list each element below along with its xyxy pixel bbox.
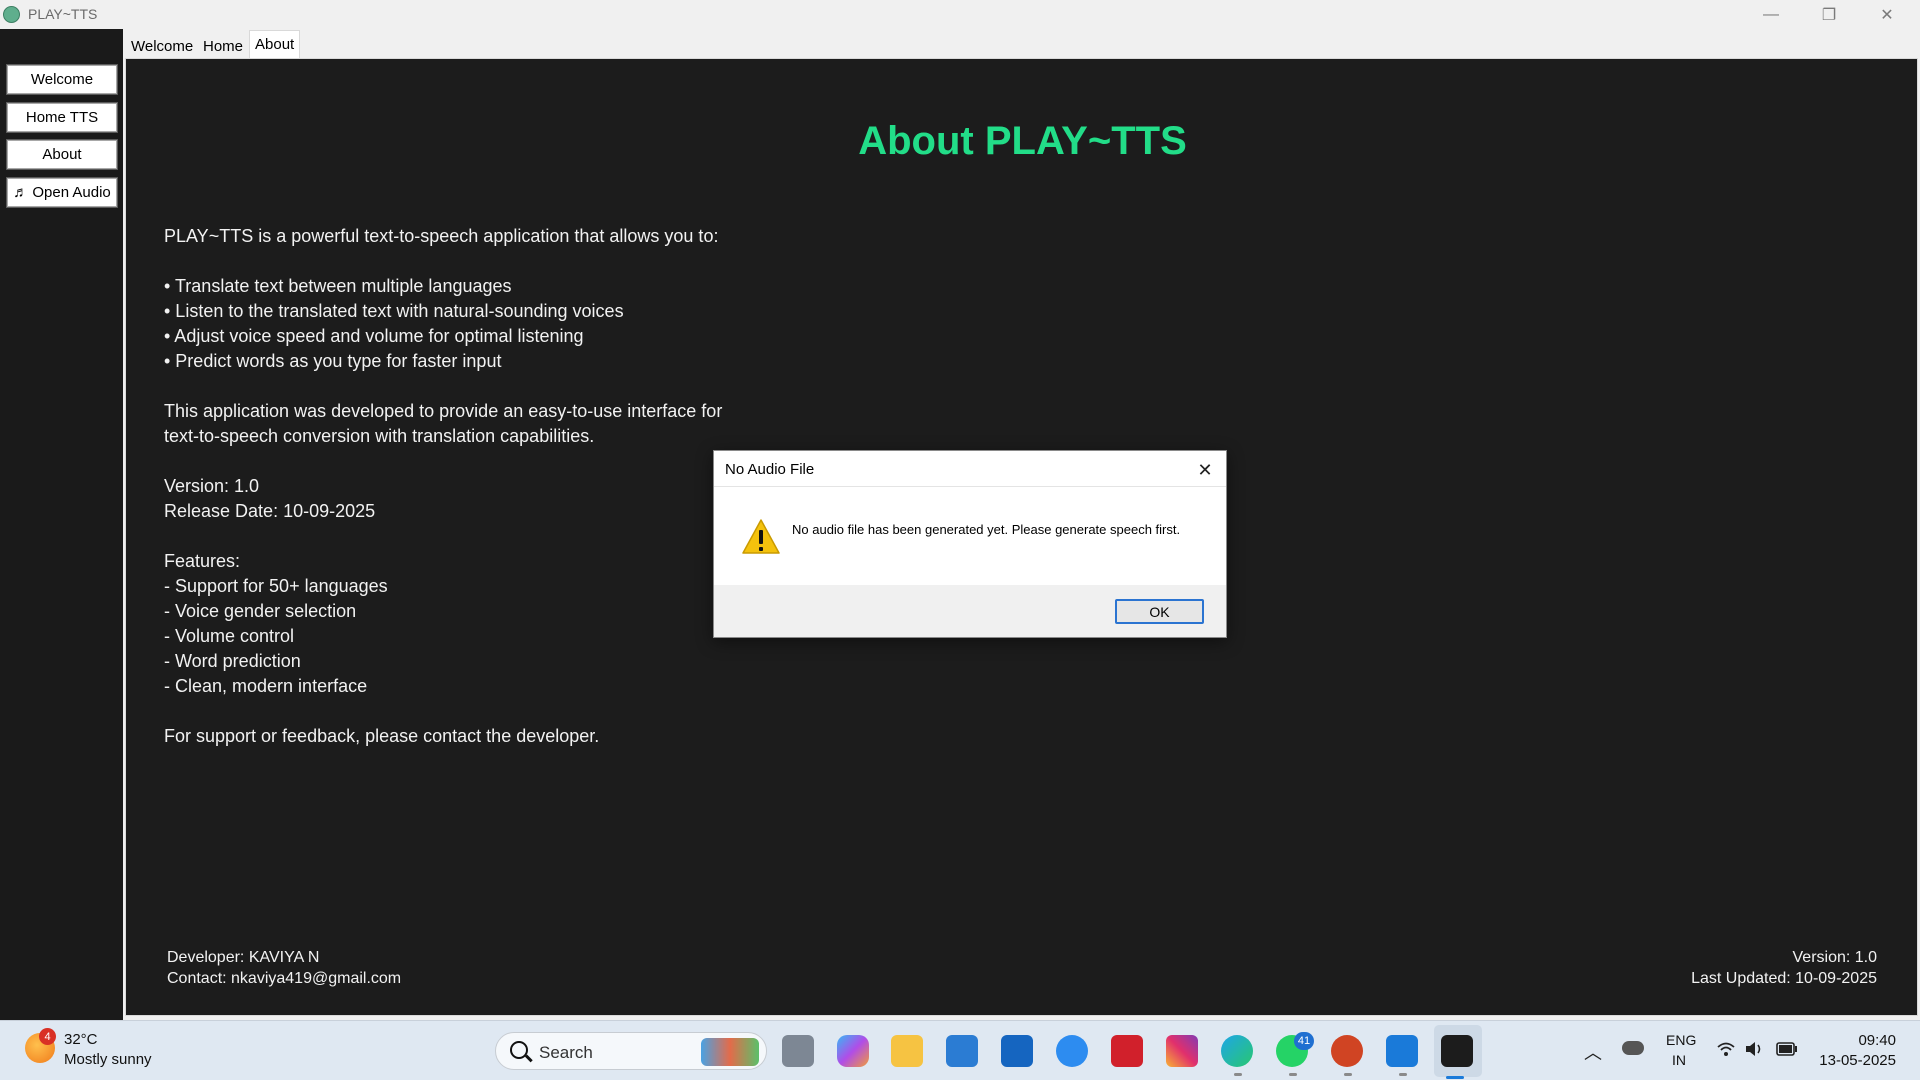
tab-about[interactable]: About [249,30,301,58]
search-highlight-icon [701,1038,759,1066]
clock-date[interactable]: 13-05-2025 [1819,1052,1896,1069]
file-explorer-icon[interactable] [891,1035,923,1067]
last-updated-label: Last Updated: 10-09-2025 [1691,970,1877,987]
running-indicator [1344,1073,1352,1076]
close-window-button[interactable]: ✕ [1858,0,1916,29]
weather-temperature[interactable]: 32°C [64,1031,98,1048]
taskbar-search-box[interactable]: Search [495,1032,767,1070]
windows-start-icon[interactable] [445,1036,475,1066]
running-indicator [1289,1073,1297,1076]
weather-badge: 4 [39,1028,56,1045]
clock-time[interactable]: 09:40 [1858,1032,1896,1049]
microsoft-store-icon[interactable] [946,1035,978,1067]
tab-welcome[interactable]: Welcome [128,34,196,58]
developer-name: Developer: KAVIYA N [167,949,320,966]
instagram-icon[interactable] [1166,1035,1198,1067]
volume-icon[interactable] [1745,1041,1765,1057]
developer-info: Developer: KAVIYA N Contact: nkaviya419@… [167,947,401,989]
task-view-icon[interactable] [782,1035,814,1067]
powerpoint-icon[interactable] [1331,1035,1363,1067]
maximize-button[interactable]: ❐ [1800,0,1858,29]
window-titlebar: PLAY~TTS — ❐ ✕ [0,0,1920,29]
edge-icon[interactable] [1221,1035,1253,1067]
dialog-footer: OK [714,585,1226,637]
dialog-close-button[interactable]: ✕ [1192,457,1218,483]
tab-strip: Welcome Home About [125,29,1920,58]
taskbar: 4 32°C Mostly sunny Search 41 ︿ ENG IN 0… [0,1020,1920,1080]
search-label: Search [539,1043,593,1062]
minimize-button[interactable]: — [1742,0,1800,29]
running-indicator [1234,1073,1242,1076]
sidebar-home-tts-button[interactable]: Home TTS [6,102,118,133]
battery-icon[interactable] [1776,1042,1798,1056]
app-icon [3,6,20,23]
window-title: PLAY~TTS [28,6,98,22]
active-app-indicator [1446,1076,1464,1079]
no-audio-dialog: No Audio File ✕ No audio file has been g… [713,450,1227,638]
version-info: Version: 1.0 Last Updated: 10-09-2025 [1691,947,1877,989]
mcafee-icon[interactable] [1111,1035,1143,1067]
chevron-up-icon[interactable]: ︿ [1584,1039,1602,1065]
wifi-icon[interactable] [1716,1041,1736,1057]
tab-home[interactable]: Home [200,34,246,58]
warning-icon [742,519,780,554]
search-icon [510,1041,528,1059]
dialog-titlebar: No Audio File ✕ [714,451,1226,487]
sidebar-welcome-button[interactable]: Welcome [6,64,118,95]
language-region[interactable]: IN [1672,1052,1686,1068]
myhp-icon[interactable] [1001,1035,1033,1067]
developer-contact: Contact: nkaviya419@gmail.com [167,970,402,987]
sidebar-about-button[interactable]: About [6,139,118,170]
dialog-title: No Audio File [725,461,815,478]
dialog-message: No audio file has been generated yet. Pl… [792,522,1181,537]
whatsapp-badge: 41 [1294,1032,1314,1050]
onedrive-cloud-icon[interactable] [1622,1041,1644,1055]
running-indicator [1399,1073,1407,1076]
page-title: About PLAY~TTS [858,119,1187,163]
play-tts-icon[interactable] [1441,1035,1473,1067]
version-label: Version: 1.0 [1792,949,1878,966]
ok-button[interactable]: OK [1115,599,1204,624]
weather-description[interactable]: Mostly sunny [64,1051,152,1068]
vscode-icon[interactable] [1386,1035,1418,1067]
get-help-icon[interactable] [1056,1035,1088,1067]
copilot-icon[interactable] [837,1035,869,1067]
language-indicator[interactable]: ENG [1666,1032,1696,1048]
sidebar: Welcome Home TTS About ♬ Open Audio [0,29,123,1020]
sidebar-open-audio-button[interactable]: ♬ Open Audio [6,177,118,208]
